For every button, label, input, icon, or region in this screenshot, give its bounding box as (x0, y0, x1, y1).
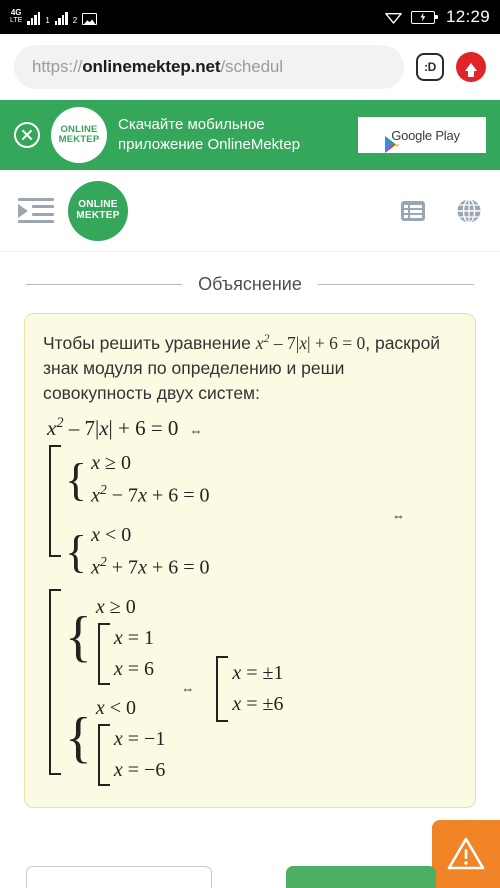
paragraph-part1: Чтобы решить уравнение (43, 332, 256, 353)
bottom-action-bar (0, 866, 500, 888)
roots-bracket-2b: x = −1 x = −6 (96, 723, 166, 786)
status-bar-right: 12:29 (385, 7, 490, 27)
url-domain: onlinemektep.net (82, 57, 221, 76)
sim1-label: 1 (45, 16, 50, 25)
site-header: ONLINE MEKTEP (0, 170, 500, 252)
divider-left (26, 284, 183, 285)
system-2a: { x ≥ 0 x = 1 x = 6 (65, 592, 165, 685)
google-play-label: Google Play (391, 127, 460, 143)
status-bar-clock: 12:29 (445, 7, 490, 26)
phone-screen: 4G LTE 1 2 12:29 https://onlinemektep.ne… (0, 0, 500, 888)
site-logo[interactable]: ONLINE MEKTEP (68, 180, 128, 241)
system-2a-root-1: x = 1 (113, 626, 155, 649)
primary-action-button[interactable] (286, 866, 436, 888)
system-2b-root-2: x = −6 (113, 758, 166, 781)
system-2b-root-1: x = −1 (113, 727, 166, 750)
system-1b: { x < 0 x2 + 7x + 6 = 0 (65, 520, 210, 584)
photo-icon (82, 13, 98, 25)
list-view-icon[interactable] (400, 199, 426, 223)
system-2b: { x < 0 x = −1 x = −6 (65, 693, 165, 786)
explanation-paragraph: Чтобы решить уравнение x2 – 7|x| + 6 = 0… (43, 330, 457, 405)
status-bar-left: 4G LTE 1 2 (10, 9, 385, 25)
banner-text-line2: приложение OnlineMektep (118, 136, 301, 153)
system-collection-bracket-2: { x ≥ 0 x = 1 x = 6 {x < 0 x = −1 x = −… (43, 588, 165, 789)
scroll-to-top-button[interactable] (456, 52, 486, 82)
arrow-up-icon (465, 63, 477, 77)
site-logo-line2: MEKTEP (76, 209, 120, 221)
secondary-action-button[interactable] (26, 866, 212, 888)
section-title-row: Объяснение (0, 252, 500, 295)
divider-right (317, 284, 475, 285)
system-collection-bracket-1: { x ≥ 0 x2 − 7x + 6 = 0 { x < 0 x2 + 7x … (43, 445, 210, 586)
explanation-card: Чтобы решить уравнение x2 – 7|x| + 6 = 0… (24, 313, 476, 808)
close-icon[interactable] (14, 122, 40, 148)
system-2a-condition: x ≥ 0 (95, 595, 136, 618)
app-install-banner: ONLINE MEKTEP Скачайте мобильное приложе… (0, 100, 500, 170)
banner-logo-line2: MEKTEP (58, 134, 100, 145)
browser-toolbar: https://onlinemektep.net/schedul :D (0, 34, 500, 100)
final-answer-bracket: x = ±1 x = ±6 (210, 655, 284, 722)
address-bar[interactable]: https://onlinemektep.net/schedul (14, 45, 404, 89)
signal-sim1-icon (27, 12, 41, 25)
section-title: Объяснение (198, 274, 302, 294)
system-1a-equation: x2 − 7x + 6 = 0 (91, 482, 210, 508)
status-bar: 4G LTE 1 2 12:29 (0, 0, 500, 34)
main-equation: x2 – 7|x| + 6 = 0 ⇔ (47, 415, 203, 441)
system-2b-condition: x < 0 (95, 696, 137, 719)
banner-text-line1: Скачайте мобильное (118, 115, 265, 133)
sidebar-toggle-icon[interactable] (18, 197, 54, 225)
url-path: /schedul (220, 57, 283, 76)
signal-sim2-icon (54, 12, 68, 25)
system-1b-condition: x < 0 (91, 524, 132, 547)
final-answer-2: x = ±6 (232, 692, 284, 715)
system-1a-condition: x ≥ 0 (91, 452, 131, 475)
iff-symbol-3: ⇔ (181, 680, 195, 696)
roots-bracket-2a: x = 1 x = 6 (96, 622, 155, 685)
banner-app-logo: ONLINE MEKTEP (51, 107, 107, 163)
google-play-button[interactable]: Google Play (358, 117, 486, 153)
system-1b-equation: x2 + 7x + 6 = 0 (91, 554, 210, 579)
math-block-2: { x ≥ 0 x = 1 x = 6 {x < 0 x = −1 x = −… (43, 588, 457, 789)
sim2-label: 2 (72, 16, 78, 25)
iff-symbol-2: ⇔ (392, 508, 405, 524)
paragraph-inline-equation: x2 – 7|x| + 6 = 0 (255, 331, 366, 353)
site-logo-line1: ONLINE (78, 199, 118, 210)
smiley-face-icon[interactable]: :D (416, 53, 444, 81)
system-1a: { x ≥ 0 x2 − 7x + 6 = 0 (65, 448, 210, 512)
url-scheme: https:// (32, 57, 83, 76)
url-text: https://onlinemektep.net/schedul (32, 57, 283, 77)
battery-charging-icon (410, 10, 438, 24)
iff-symbol-1: ⇔ (189, 422, 203, 438)
wifi-icon (385, 12, 402, 24)
network-type-label: 4G LTE (10, 8, 23, 25)
banner-text: Скачайте мобильное приложение OnlineMekt… (118, 115, 347, 156)
math-block-1: { x ≥ 0 x2 − 7x + 6 = 0 { x < 0 x2 + 7x … (43, 445, 457, 586)
system-2a-root-2: x = 6 (113, 657, 155, 680)
globe-language-icon[interactable] (456, 198, 482, 224)
final-answer-1: x = ±1 (232, 661, 284, 684)
